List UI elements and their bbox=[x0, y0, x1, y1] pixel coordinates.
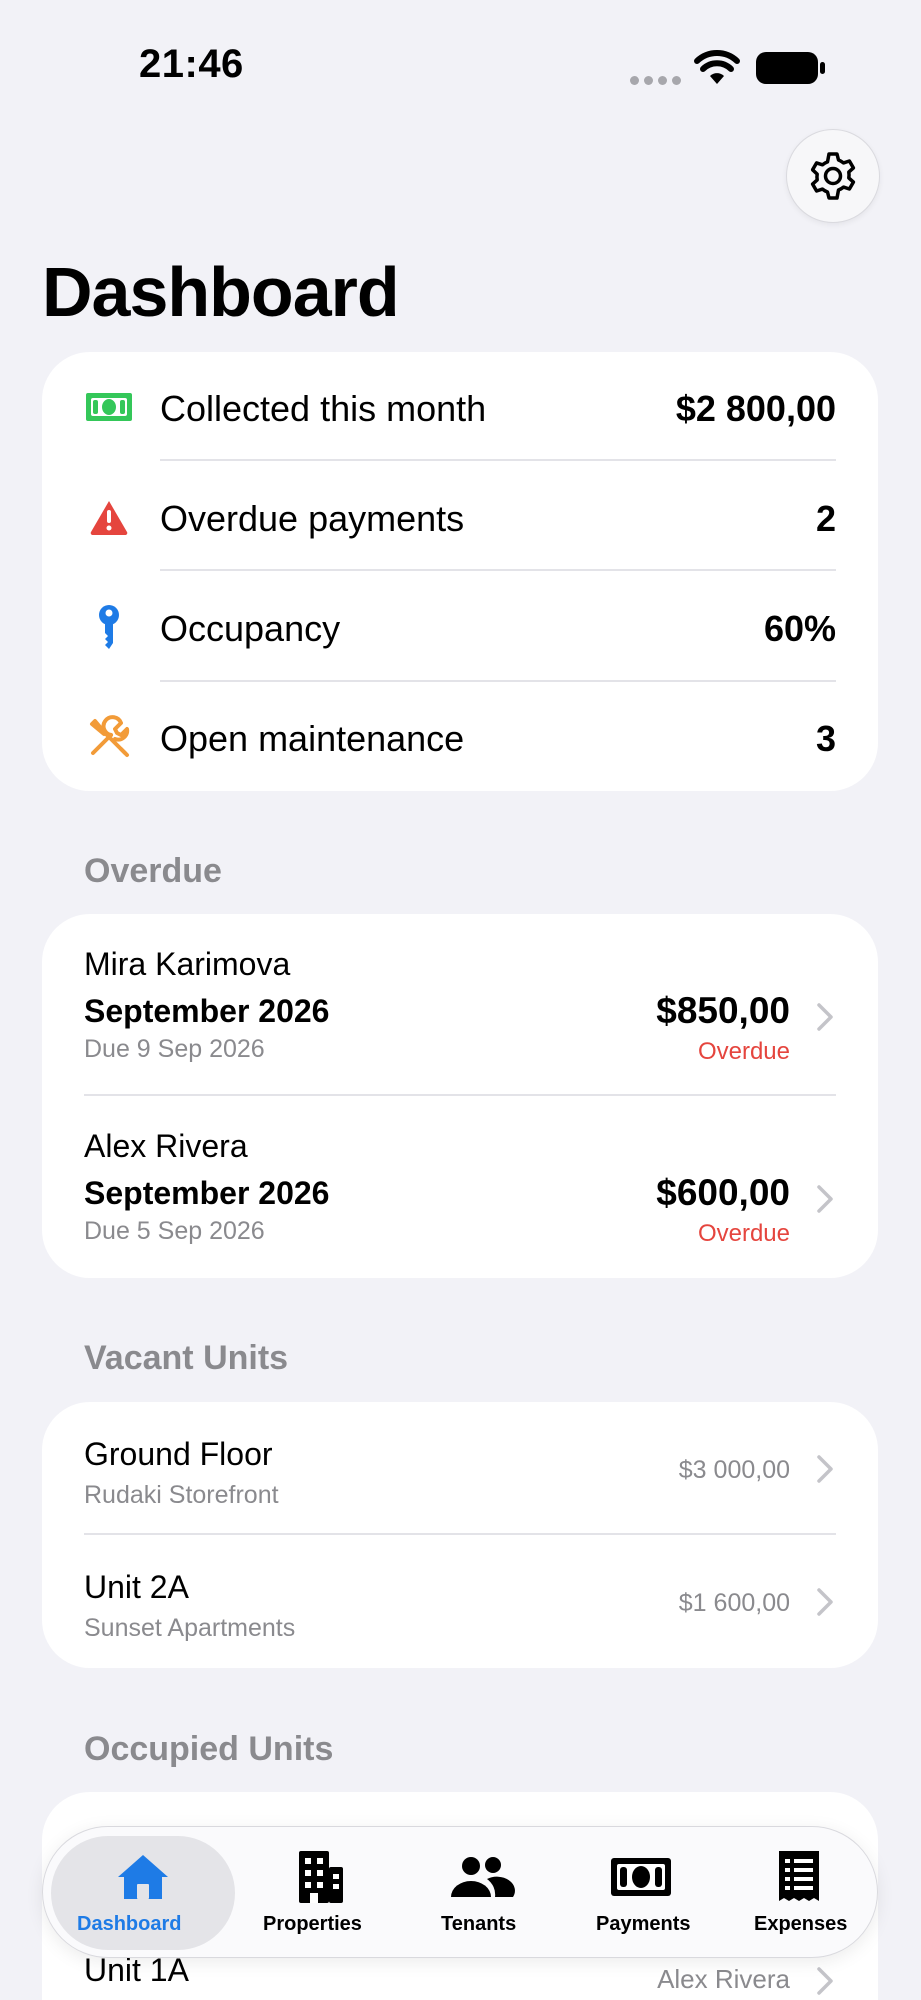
payment-period: September 2026 bbox=[84, 993, 330, 1029]
status-time: 21:46 bbox=[139, 42, 244, 86]
unit-name: Unit 2A bbox=[84, 1569, 189, 1605]
status-badge: Overdue bbox=[697, 1038, 790, 1065]
property-name: Sunset Apartments bbox=[84, 1614, 296, 1642]
settings-button[interactable] bbox=[786, 129, 880, 223]
summary-label: Occupancy bbox=[160, 608, 341, 649]
chevron-right-icon bbox=[817, 1003, 833, 1031]
section-header-vacant: Vacant Units bbox=[84, 1339, 289, 1377]
summary-label: Collected this month bbox=[160, 388, 487, 429]
chevron-right-icon bbox=[817, 1588, 833, 1616]
tab-label: Properties bbox=[263, 1913, 362, 1935]
payment-row[interactable]: Alex Rivera September 2026 Due 5 Sep 202… bbox=[42, 1096, 878, 1278]
tab-label: Dashboard bbox=[77, 1913, 182, 1935]
payment-amount: $850,00 bbox=[656, 990, 790, 1031]
due-date: Due 9 Sep 2026 bbox=[84, 1035, 265, 1063]
summary-label: Overdue payments bbox=[160, 498, 465, 539]
status-bar: 21:46 bbox=[0, 0, 921, 120]
divider bbox=[160, 569, 836, 571]
unit-row[interactable]: Unit 2A Sunset Apartments $1 600,00 bbox=[42, 1535, 878, 1668]
payment-amount: $600,00 bbox=[656, 1172, 790, 1213]
unit-rent: $3 000,00 bbox=[678, 1456, 790, 1484]
key-icon bbox=[84, 602, 134, 652]
overdue-card: Mira Karimova September 2026 Due 9 Sep 2… bbox=[42, 914, 878, 1278]
summary-value: 60% bbox=[763, 608, 836, 649]
payment-period: September 2026 bbox=[84, 1175, 330, 1211]
tab-tenants[interactable]: Tenants bbox=[401, 1827, 561, 1959]
summary-row-collected: Collected this month $2 800,00 bbox=[42, 352, 878, 462]
tab-dashboard[interactable]: Dashboard bbox=[43, 1827, 243, 1959]
summary-value: 2 bbox=[815, 498, 836, 539]
section-header-occupied: Occupied Units bbox=[84, 1730, 334, 1768]
due-date: Due 5 Sep 2026 bbox=[84, 1217, 265, 1245]
unit-row[interactable]: Ground Floor Rudaki Storefront $3 000,00 bbox=[42, 1402, 878, 1535]
section-header-overdue: Overdue bbox=[84, 852, 222, 890]
wrench-screwdriver-icon bbox=[84, 712, 134, 762]
chevron-right-icon bbox=[817, 1185, 833, 1213]
divider bbox=[160, 459, 836, 461]
tab-properties[interactable]: Properties bbox=[241, 1827, 401, 1959]
vacant-units-card: Ground Floor Rudaki Storefront $3 000,00… bbox=[42, 1402, 878, 1668]
tab-label: Expenses bbox=[754, 1913, 848, 1935]
banknote-icon bbox=[601, 1849, 681, 1905]
chevron-right-icon bbox=[817, 1455, 833, 1483]
property-name: Rudaki Storefront bbox=[84, 1481, 279, 1509]
tab-payments[interactable]: Payments bbox=[561, 1827, 721, 1959]
building-icon bbox=[281, 1849, 361, 1905]
chevron-right-icon bbox=[817, 1967, 833, 1995]
status-badge: Overdue bbox=[697, 1220, 790, 1247]
summary-row-overdue: Overdue payments 2 bbox=[42, 462, 878, 572]
tenant-name: Mira Karimova bbox=[84, 946, 291, 982]
wifi-icon bbox=[694, 50, 740, 84]
unit-rent: $1 600,00 bbox=[678, 1589, 790, 1617]
tab-expenses[interactable]: Expenses bbox=[719, 1827, 879, 1959]
tab-label: Tenants bbox=[441, 1913, 517, 1935]
unit-name: Ground Floor bbox=[84, 1436, 273, 1472]
battery-icon bbox=[756, 52, 825, 84]
summary-value: $2 800,00 bbox=[675, 388, 836, 429]
people-icon bbox=[441, 1849, 521, 1905]
house-icon bbox=[103, 1849, 183, 1905]
cellular-signal-icon bbox=[630, 76, 681, 85]
summary-label: Open maintenance bbox=[160, 718, 465, 759]
page-title: Dashboard bbox=[42, 253, 400, 331]
summary-row-occupancy: Occupancy 60% bbox=[42, 572, 878, 682]
tab-label: Payments bbox=[596, 1913, 691, 1935]
summary-value: 3 bbox=[815, 718, 836, 759]
banknote-icon bbox=[84, 382, 134, 432]
payment-row[interactable]: Mira Karimova September 2026 Due 9 Sep 2… bbox=[42, 914, 878, 1096]
gear-icon bbox=[810, 152, 856, 200]
receipt-icon bbox=[759, 1849, 839, 1905]
summary-row-maintenance: Open maintenance 3 bbox=[42, 682, 878, 791]
warning-icon bbox=[84, 492, 134, 542]
summary-card: Collected this month $2 800,00 Overdue p… bbox=[42, 352, 878, 791]
tenant-name: Alex Rivera bbox=[84, 1128, 248, 1164]
tab-bar: Dashboard Properties Tenants Payments Ex… bbox=[42, 1826, 878, 1958]
tenant-name: Alex Rivera bbox=[657, 1964, 790, 1994]
